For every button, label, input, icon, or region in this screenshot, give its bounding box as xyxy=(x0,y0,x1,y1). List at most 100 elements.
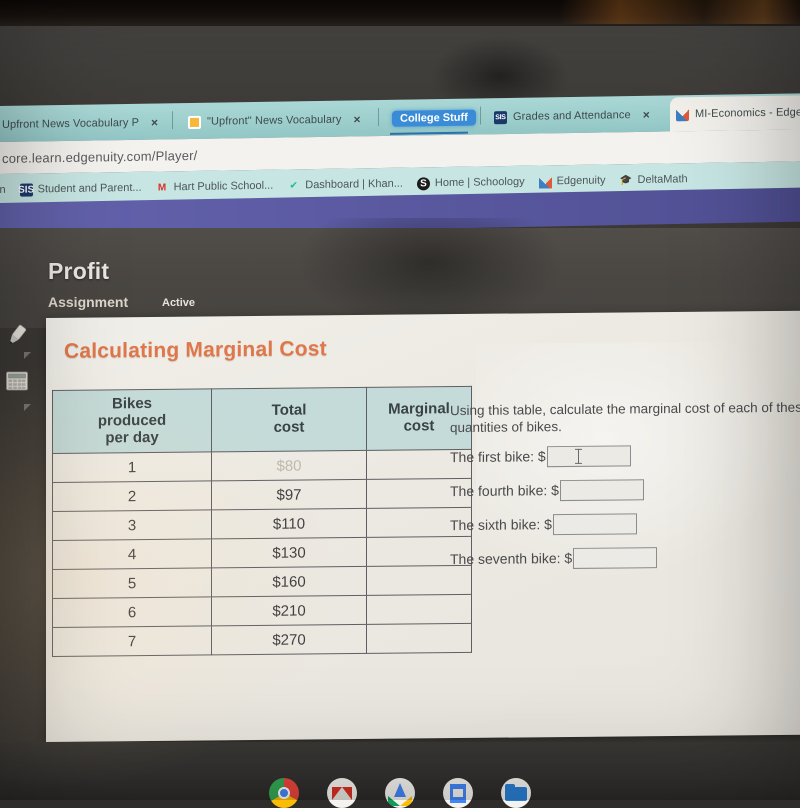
chrome-icon[interactable] xyxy=(269,778,299,808)
table-row: 4 $130 xyxy=(52,536,472,570)
edgenuity-x-icon xyxy=(538,174,552,189)
close-icon[interactable]: × xyxy=(151,116,158,130)
bookmark-item-edgenuity[interactable]: Edgenuity xyxy=(538,174,606,189)
marginal-cost-table: Bikes produced per day Total cost Margin… xyxy=(52,386,472,657)
slides-icon[interactable] xyxy=(443,778,473,808)
cell-total-cost: $110 xyxy=(211,508,367,540)
bookmark-label: Hart Public School... xyxy=(173,179,274,194)
activity-title: Calculating Marginal Cost xyxy=(64,337,327,363)
cell-bikes: 2 xyxy=(52,481,212,512)
edgenuity-x-icon xyxy=(676,107,689,121)
cell-marginal-cost xyxy=(366,623,472,654)
answer-input-sixth-bike[interactable] xyxy=(552,513,637,536)
status-badge: Active xyxy=(162,297,196,309)
assignment-type-label: Assignment xyxy=(48,294,129,310)
close-icon[interactable]: × xyxy=(643,108,650,122)
column-header-total-cost: Total cost xyxy=(211,387,367,453)
bookmark-label: Edgenuity xyxy=(556,174,606,188)
bookmark-item-hart-public-school[interactable]: M Hart Public School... xyxy=(156,179,274,194)
header-line: cost xyxy=(273,418,305,437)
lesson-content-card: Calculating Marginal Cost Bikes produced… xyxy=(46,310,800,742)
tab-label: "Upfront" News Vocabulary xyxy=(207,113,342,128)
tab-label: College Stuff xyxy=(392,109,476,127)
text-cursor-icon xyxy=(577,448,579,464)
answer-input-first-bike[interactable] xyxy=(546,445,631,468)
calculator-tool[interactable] xyxy=(4,368,30,394)
gmail-icon: M xyxy=(157,181,167,194)
bookmark-item-schoology[interactable]: S Home | Schoology xyxy=(416,175,525,190)
tab-label: Upfront News Vocabulary P xyxy=(2,116,140,131)
gmail-icon[interactable] xyxy=(327,778,357,808)
drive-icon[interactable] xyxy=(385,778,415,808)
cell-marginal-cost xyxy=(366,594,472,625)
prompt-text: Using this table, calculate the marginal… xyxy=(450,399,800,436)
schoology-icon: S xyxy=(416,176,430,190)
screen-upper-dark-area xyxy=(0,26,800,116)
browser-tab-2[interactable]: "Upfront" News Vocabulary × xyxy=(182,102,388,139)
header-line: produced xyxy=(97,411,167,430)
rail-divider-arrow xyxy=(24,352,31,359)
shelf-app-icons xyxy=(0,778,800,808)
deltamath-cap-icon: 🎓 xyxy=(619,174,633,186)
bookmark-item-deltamath[interactable]: 🎓 DeltaMath xyxy=(620,173,688,187)
tab-label: Grades and Attendance xyxy=(513,109,631,123)
table-row: 5 $160 xyxy=(52,565,472,599)
browser-tab-3[interactable]: College Stuff xyxy=(386,100,490,136)
column-header-bikes-produced: Bikes produced per day xyxy=(52,388,212,454)
cell-total-cost: $97 xyxy=(211,479,367,511)
browser-tab-4[interactable]: SIS Grades and Attendance × xyxy=(488,97,678,134)
cell-bikes: 4 xyxy=(52,539,212,570)
header-line: Bikes xyxy=(111,394,153,413)
tab-divider xyxy=(172,111,173,130)
cell-total-cost: $130 xyxy=(211,537,367,569)
tab-label: MI-Economics - Edge xyxy=(695,106,800,121)
cell-total-cost: $210 xyxy=(211,595,367,627)
answer-input-fourth-bike[interactable] xyxy=(559,479,644,502)
cell-bikes: 3 xyxy=(52,510,212,541)
question-panel: Using this table, calculate the marginal… xyxy=(450,399,800,583)
cell-total-cost: $160 xyxy=(211,566,367,598)
answer-label: The fourth bike: $ xyxy=(450,481,559,499)
bookmark-label: Dashboard | Khan... xyxy=(305,177,403,192)
answer-input-seventh-bike[interactable] xyxy=(573,547,658,569)
tab-divider xyxy=(480,106,481,125)
table-row: 3 $110 xyxy=(52,507,472,541)
table-row: 1 $80 xyxy=(52,449,472,483)
answer-label: The sixth bike: $ xyxy=(450,515,552,533)
browser-tab-5[interactable]: MI-Economics - Edge xyxy=(670,95,800,132)
highlighter-tool[interactable] xyxy=(4,322,30,348)
table-row: 6 $210 xyxy=(52,594,472,628)
bookmark-label: Student and Parent... xyxy=(37,181,142,196)
table-header-row: Bikes produced per day Total cost Margin… xyxy=(52,386,472,454)
bookmark-label: tin xyxy=(0,183,6,197)
answer-row-fourth-bike: The fourth bike: $ xyxy=(450,478,800,502)
khan-icon: ✔ xyxy=(289,179,298,191)
answer-row-seventh-bike: The seventh bike: $ xyxy=(450,546,800,570)
cell-bikes: 1 xyxy=(52,452,212,483)
cell-total-cost: $270 xyxy=(211,624,367,656)
table-row: 7 $270 xyxy=(52,623,472,657)
tab-divider xyxy=(378,108,379,127)
cell-total-cost: $80 xyxy=(211,450,367,482)
answer-row-sixth-bike: The sixth bike: $ xyxy=(450,512,800,536)
tool-rail xyxy=(0,312,34,442)
browser-tab-1[interactable]: Upfront News Vocabulary P × xyxy=(0,105,180,142)
files-icon[interactable] xyxy=(501,778,531,808)
rail-divider-arrow xyxy=(24,404,31,411)
header-line: Total xyxy=(271,401,307,420)
page-title: Profit xyxy=(48,258,110,284)
answer-label: The first bike: $ xyxy=(450,447,546,465)
cell-bikes: 5 xyxy=(52,568,212,599)
bookmark-label: DeltaMath xyxy=(637,173,688,186)
bookmark-item-khan-dashboard[interactable]: ✔ Dashboard | Khan... xyxy=(287,177,403,192)
url-text: core.learn.edgenuity.com/Player/ xyxy=(2,147,198,166)
sis-icon: SIS xyxy=(494,110,507,124)
bookmark-label: Home | Schoology xyxy=(434,175,525,190)
header-line: per day xyxy=(105,428,159,447)
table-row: 2 $97 xyxy=(52,478,472,512)
bookmark-item-student-and-parent[interactable]: SIS Student and Parent... xyxy=(18,181,142,197)
bookmark-item[interactable]: tin xyxy=(0,184,6,196)
cell-bikes: 6 xyxy=(52,597,212,628)
close-icon[interactable]: × xyxy=(353,112,360,126)
orange-doc-icon xyxy=(188,115,201,129)
